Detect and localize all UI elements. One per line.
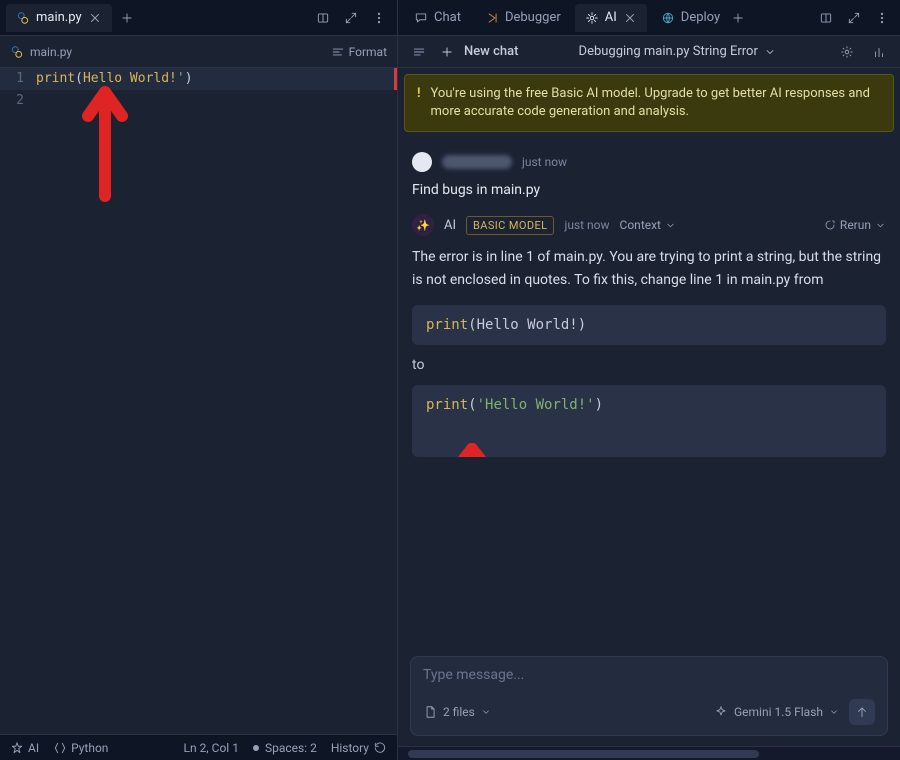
file-header-bar: main.py Format xyxy=(0,36,397,68)
tab-label: Chat xyxy=(434,10,461,25)
user-name-redacted xyxy=(442,155,512,169)
user-avatar xyxy=(412,152,432,172)
editor-status-bar: AI Python Ln 2, Col 1 Spaces: 2 History xyxy=(0,734,397,760)
annotation-arrow-fix xyxy=(452,411,536,457)
tab-debugger[interactable]: Debugger xyxy=(475,4,571,32)
message-composer[interactable]: Type message... 2 files Gemini 1.5 Flash xyxy=(410,656,888,736)
chat-header-bar: New chat Debugging main.py String Error xyxy=(398,36,900,68)
status-history[interactable]: History xyxy=(331,741,387,755)
chevron-down-icon xyxy=(829,707,839,717)
chat-title[interactable]: Debugging main.py String Error xyxy=(528,44,826,59)
tab-main-py[interactable]: main.py xyxy=(6,4,112,32)
status-language[interactable]: Python xyxy=(53,741,108,755)
chevron-down-icon xyxy=(665,220,676,231)
plus-icon xyxy=(440,45,454,59)
right-tab-strip: Chat Debugger AI Deploy xyxy=(398,0,900,36)
tab-chat[interactable]: Chat xyxy=(404,4,471,32)
code-block-after: print('Hello World!') xyxy=(412,385,886,457)
attached-files-button[interactable]: 2 files xyxy=(423,705,491,719)
composer-placeholder: Type message... xyxy=(423,667,875,683)
ai-label: AI xyxy=(444,218,456,233)
upgrade-banner[interactable]: ! You're using the free Basic AI model. … xyxy=(404,74,894,132)
ai-avatar-icon: ✨ xyxy=(412,214,434,236)
code-line[interactable]: 2 xyxy=(0,90,397,112)
ai-icon xyxy=(585,11,599,25)
tab-deploy[interactable]: Deploy xyxy=(651,4,723,32)
status-cursor-position[interactable]: Ln 2, Col 1 xyxy=(184,741,239,755)
user-message: Find bugs in main.py xyxy=(412,182,886,198)
context-dropdown[interactable]: Context xyxy=(620,218,676,232)
model-badge: BASIC MODEL xyxy=(466,216,554,235)
expand-pane-icon[interactable] xyxy=(842,6,866,30)
settings-gear-icon[interactable] xyxy=(836,41,858,63)
chat-icon xyxy=(414,11,428,25)
line-content: print(Hello World!') xyxy=(36,68,193,90)
ai-message-text: The error is in line 1 of main.py. You a… xyxy=(412,246,886,291)
scrollbar-thumb[interactable] xyxy=(408,750,759,758)
new-tab-button[interactable] xyxy=(731,11,745,25)
banner-text: You're using the free Basic AI model. Up… xyxy=(431,85,881,121)
format-code-button[interactable]: Format xyxy=(331,45,387,59)
file-icon xyxy=(423,705,437,719)
close-tab-icon[interactable] xyxy=(623,11,637,25)
open-file-name: main.py xyxy=(30,45,72,59)
close-tab-icon[interactable] xyxy=(88,11,102,25)
python-file-icon xyxy=(10,45,24,59)
debugger-icon xyxy=(485,11,499,25)
split-pane-icon[interactable] xyxy=(814,6,838,30)
ai-timestamp: just now xyxy=(564,218,609,232)
chevron-down-icon xyxy=(481,707,491,717)
user-timestamp: just now xyxy=(522,155,567,169)
tab-ai[interactable]: AI xyxy=(575,4,647,32)
to-label: to xyxy=(412,357,886,373)
new-chat-button[interactable]: New chat xyxy=(464,44,518,59)
warning-icon: ! xyxy=(417,85,421,121)
rerun-button[interactable]: Rerun xyxy=(824,218,886,232)
status-indentation[interactable]: Spaces: 2 xyxy=(253,741,317,755)
tab-label: Debugger xyxy=(505,10,561,25)
chat-stats-icon[interactable] xyxy=(868,41,890,63)
tab-label: AI xyxy=(605,10,617,25)
code-block-before: print(Hello World!) xyxy=(412,305,886,345)
code-line[interactable]: 1print(Hello World!') xyxy=(0,68,397,90)
python-file-icon xyxy=(16,11,30,25)
tab-label: Deploy xyxy=(681,10,720,25)
model-selector[interactable]: Gemini 1.5 Flash xyxy=(714,705,839,719)
editor-tab-strip: main.py xyxy=(0,0,397,36)
pane-menu-icon[interactable] xyxy=(870,6,894,30)
send-button[interactable] xyxy=(849,699,875,725)
horizontal-scrollbar[interactable] xyxy=(398,746,900,760)
chat-scroll-area[interactable]: just now Find bugs in main.py ✨ AI BASIC… xyxy=(398,138,900,656)
sparkle-icon xyxy=(714,705,728,719)
chevron-down-icon xyxy=(875,220,886,231)
arrow-up-icon xyxy=(855,705,869,719)
expand-editor-icon[interactable] xyxy=(339,6,363,30)
tab-menu-icon[interactable] xyxy=(367,6,391,30)
status-ai[interactable]: AI xyxy=(10,741,39,755)
code-editor[interactable]: 1print(Hello World!')2 xyxy=(0,68,397,734)
line-number: 2 xyxy=(0,90,36,112)
chevron-down-icon xyxy=(764,46,776,58)
line-number: 1 xyxy=(0,68,36,90)
new-tab-button[interactable] xyxy=(120,11,134,25)
chat-history-icon[interactable] xyxy=(408,41,430,63)
ai-message-header: ✨ AI BASIC MODEL just now Context Rerun xyxy=(412,214,886,236)
split-editor-icon[interactable] xyxy=(311,6,335,30)
deploy-icon xyxy=(661,11,675,25)
refresh-icon xyxy=(824,219,836,231)
tab-label: main.py xyxy=(36,10,82,25)
